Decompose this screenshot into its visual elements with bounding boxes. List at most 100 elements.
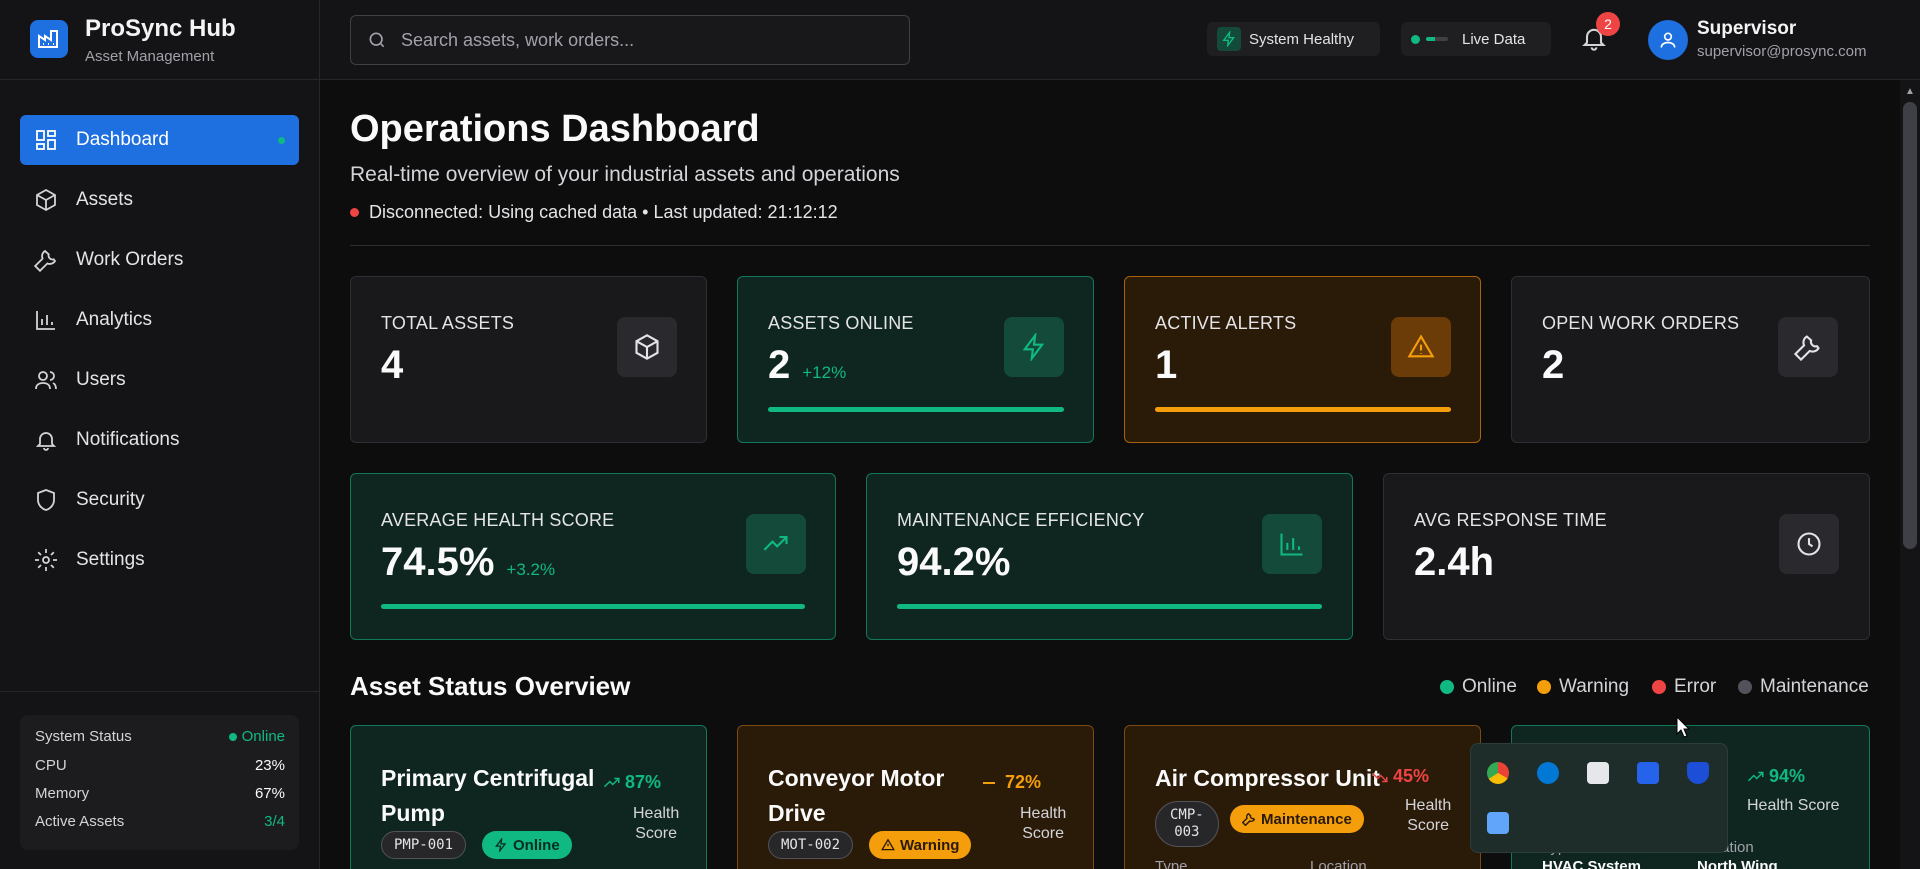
asset-health-score: 72%	[983, 772, 1041, 793]
kpi-value-text: 2	[768, 343, 791, 387]
asset-health-score: 87%	[603, 772, 661, 793]
remote-icon[interactable]	[1637, 762, 1659, 784]
cloud-icon[interactable]	[1537, 762, 1559, 784]
kpi-label: ACTIVE ALERTS	[1155, 313, 1297, 333]
asset-type-value: HVAC System	[1542, 858, 1641, 869]
scroll-up-arrow[interactable]: ▲	[1903, 84, 1917, 98]
memory-value: 67%	[254, 785, 285, 802]
live-indicator	[1426, 37, 1448, 41]
system-status-value: Online	[228, 728, 285, 745]
dashboard-icon	[36, 130, 56, 150]
live-data-pill[interactable]: Live Data	[1401, 22, 1551, 56]
system-health-label: System Healthy	[1249, 30, 1355, 48]
kpi-value-text: 2	[1542, 343, 1565, 387]
status-text: Maintenance	[1261, 810, 1352, 828]
kpi-total-assets[interactable]: TOTAL ASSETS 4	[350, 276, 707, 443]
system-status-title: System Status	[35, 728, 132, 745]
legend-label: Online	[1462, 676, 1517, 697]
asset-name: Air Compressor Unit	[1155, 761, 1380, 796]
memory-label: Memory	[35, 785, 90, 802]
sidebar-item-label: Analytics	[76, 309, 153, 330]
kpi-label: OPEN WORK ORDERS	[1542, 313, 1740, 333]
kpi-average-health-score[interactable]: AVERAGE HEALTH SCORE 74.5% +3.2%	[350, 473, 836, 640]
sidebar-item-work-orders[interactable]: Work Orders	[20, 235, 299, 285]
app-icon[interactable]	[1487, 812, 1509, 834]
score-label: Health Score	[1405, 796, 1451, 836]
defender-icon[interactable]	[1687, 762, 1709, 784]
brand[interactable]: ProSync Hub Asset Management	[0, 0, 320, 80]
legend-warning: Warning	[1537, 676, 1629, 698]
sidebar-item-settings[interactable]: Settings	[20, 535, 299, 585]
live-dot	[1411, 34, 1420, 44]
kpi-avg-response-time[interactable]: AVG RESPONSE TIME 2.4h	[1383, 473, 1870, 640]
system-health-pill[interactable]: System Healthy	[1207, 22, 1380, 56]
bar-chart-icon	[1262, 514, 1322, 574]
score-label-line: Score	[1407, 817, 1450, 834]
minus-icon	[983, 781, 995, 784]
cpu-value: 23%	[254, 757, 285, 774]
sidebar-item-notifications[interactable]: Notifications	[20, 415, 299, 465]
legend-label: Warning	[1559, 676, 1630, 697]
kpi-maintenance-efficiency[interactable]: MAINTENANCE EFFICIENCY 94.2%	[866, 473, 1353, 640]
trending-up-icon	[603, 777, 620, 787]
asset-name-line: Air Compressor Unit	[1155, 765, 1380, 791]
chrome-icon[interactable]	[1487, 762, 1509, 784]
sidebar-item-dashboard[interactable]: Dashboard	[20, 115, 299, 165]
trending-up-icon	[1747, 771, 1764, 781]
kpi-value: 2	[1542, 343, 1564, 388]
kpi-value-text: 74.5%	[381, 540, 495, 584]
score-value: 72%	[1005, 772, 1042, 792]
factory-icon	[30, 20, 68, 58]
live-data-label: Live Data	[1462, 30, 1526, 48]
box-icon	[36, 188, 56, 212]
kpi-delta: +3.2%	[506, 560, 556, 579]
users-icon	[35, 371, 57, 390]
lightning-icon	[1004, 317, 1064, 377]
sidebar: Dashboard Assets Work Orders Analytics U…	[0, 80, 320, 869]
bar-chart-icon	[36, 311, 55, 330]
kpi-open-work-orders[interactable]: OPEN WORK ORDERS 2	[1511, 276, 1870, 443]
kpi-value: 94.2%	[897, 540, 1010, 585]
asset-location-value: North Wing	[1697, 858, 1778, 869]
kpi-value-text: 94.2%	[897, 540, 1011, 584]
brand-subtitle: Asset Management	[85, 48, 215, 65]
kpi-progress-bar	[381, 604, 805, 609]
lightning-icon	[1217, 27, 1241, 51]
active-assets-value: 3/4	[264, 813, 285, 830]
sidebar-item-label: Settings	[76, 549, 145, 570]
kpi-progress-bar	[768, 407, 1064, 412]
asset-card[interactable]: Air Compressor Unit 45% Health Score CMP-…	[1124, 725, 1481, 869]
page-title: Operations Dashboard	[350, 108, 760, 150]
kpi-active-alerts[interactable]: ACTIVE ALERTS 1	[1124, 276, 1481, 443]
battery-icon[interactable]	[1587, 762, 1609, 784]
asset-card[interactable]: Conveyor Motor Drive 72% Health Score MOT-…	[737, 725, 1094, 869]
avatar[interactable]	[1648, 20, 1688, 60]
user-name[interactable]: Supervisor	[1697, 18, 1796, 40]
search-box[interactable]	[350, 15, 910, 65]
status-dot	[228, 732, 237, 741]
legend-dot	[1537, 680, 1551, 694]
kpi-assets-online[interactable]: ASSETS ONLINE 2 +12%	[737, 276, 1094, 443]
asset-name: Conveyor Motor Drive	[768, 761, 944, 831]
clock-icon	[1779, 514, 1839, 574]
search-input[interactable]	[401, 29, 881, 51]
sidebar-item-label: Assets	[76, 189, 134, 210]
kpi-value-text: 2.4h	[1414, 540, 1495, 584]
connection-text: Disconnected: Using cached data • Last u…	[369, 202, 838, 222]
sidebar-item-users[interactable]: Users	[20, 355, 299, 405]
score-value: 87%	[625, 772, 662, 792]
asset-name-line: Primary Centrifugal	[381, 765, 595, 791]
connection-status: Disconnected: Using cached data • Last u…	[350, 202, 838, 223]
asset-location-label: Location	[1310, 858, 1367, 869]
score-label-line: Score	[1022, 825, 1065, 842]
status-badge: Warning	[869, 831, 972, 859]
sidebar-item-assets[interactable]: Assets	[20, 175, 299, 225]
sidebar-item-label: Dashboard	[76, 129, 169, 150]
sidebar-item-analytics[interactable]: Analytics	[20, 295, 299, 345]
lightning-icon	[495, 838, 507, 852]
kpi-delta: +12%	[802, 363, 847, 382]
asset-id-badge: CMP- 003	[1155, 801, 1219, 847]
sidebar-item-security[interactable]: Security	[20, 475, 299, 525]
asset-card[interactable]: Primary Centrifugal Pump 87% Health Score …	[350, 725, 707, 869]
scrollbar-thumb[interactable]	[1903, 102, 1917, 549]
